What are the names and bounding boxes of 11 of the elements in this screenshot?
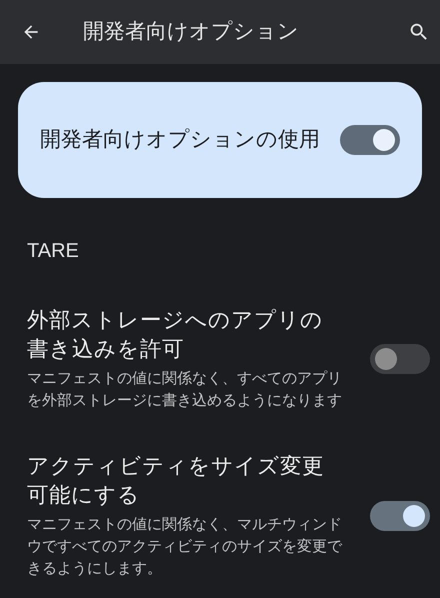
toggle-switch[interactable] <box>370 344 430 374</box>
main-switch-label: 開発者向けオプションの使用 <box>40 127 321 153</box>
setting-summary: マニフェストの値に関係なく、すべてのアプリを外部ストレージに書き込めるようになります <box>27 369 343 411</box>
setting-title: 外部ストレージへのアプリの書き込みを許可 <box>27 307 324 363</box>
main-switch-card[interactable]: 開発者向けオプションの使用 <box>18 82 422 198</box>
setting-title: アクティビティをサイズ変更可能にする <box>27 453 325 509</box>
toggle-switch[interactable] <box>370 501 430 531</box>
section-title: TARE <box>27 239 80 264</box>
setting-summary: マニフェストの値に関係なく、マルチウィンドウですべてのアクティビティのサイズを変更できるようにします。 <box>27 515 344 579</box>
toggle-switch[interactable] <box>340 125 400 155</box>
app-bar-title: 開発者向けオプション <box>83 19 299 46</box>
